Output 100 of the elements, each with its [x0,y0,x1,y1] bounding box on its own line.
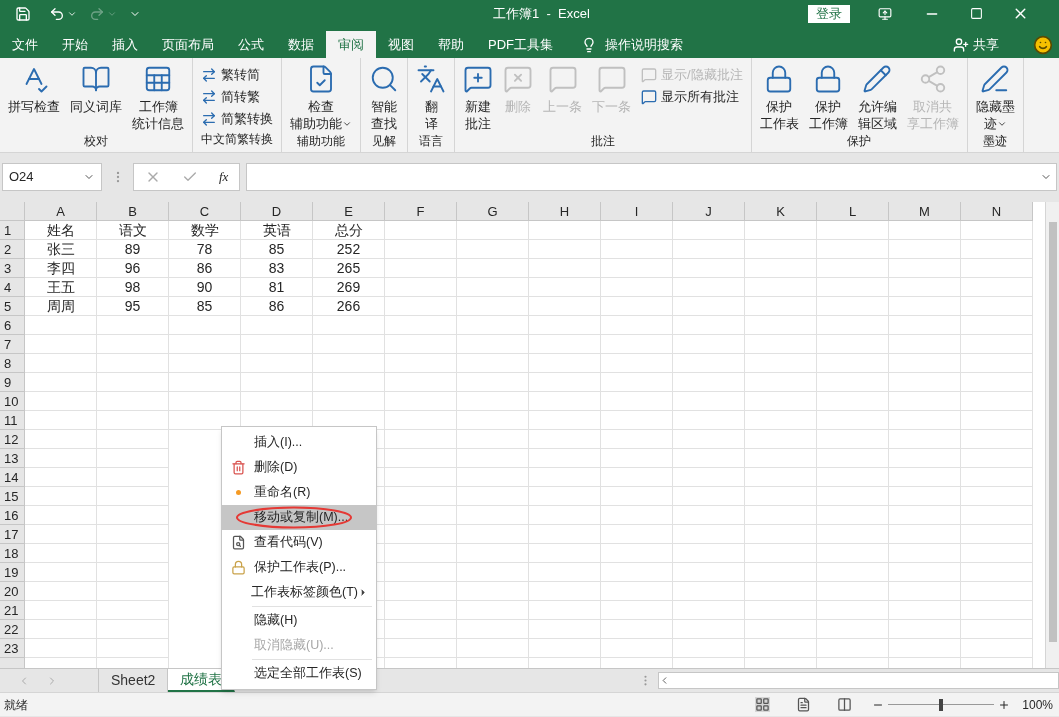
row-header[interactable]: 1 [0,221,25,240]
ribbon-button[interactable]: 简繁转换 [197,108,277,130]
ribbon-tab[interactable]: 文件 [0,31,50,58]
table-cell: 语文 [97,221,169,240]
column-header[interactable]: I [601,202,673,221]
zoom-percent[interactable]: 100% [1022,695,1053,714]
column-header[interactable]: L [817,202,889,221]
insert-function-button[interactable]: fx [219,167,229,187]
menu-item[interactable]: 保护工作表(P)... [222,555,376,580]
row-header[interactable]: 18 [0,544,25,563]
column-header[interactable]: A [25,202,97,221]
ribbon-tab[interactable]: 开始 [50,31,100,58]
ribbon-button[interactable]: 翻 译 [412,62,450,132]
ribbon-button[interactable]: 拼写检查 [4,62,64,115]
ribbon-button[interactable]: 同义词库 [66,62,126,115]
tell-me-field[interactable]: 操作说明搜索 [605,34,683,55]
column-header[interactable]: E [313,202,385,221]
menu-item[interactable]: 插入(I)... [222,430,376,455]
row-header[interactable]: 20 [0,582,25,601]
row-header[interactable]: 8 [0,354,25,373]
group-label: 语言 [418,133,444,150]
table-cell: 89 [97,240,169,259]
name-box[interactable]: O24 [2,163,102,191]
table-cell: 张三 [25,240,97,259]
row-header[interactable]: 4 [0,278,25,297]
group-label: 校对 [83,133,109,150]
column-header[interactable]: C [169,202,241,221]
row-header[interactable]: 16 [0,506,25,525]
column-header[interactable]: K [745,202,817,221]
column-header[interactable]: D [241,202,313,221]
share-button[interactable]: 共享 [973,34,999,55]
ribbon-tab[interactable]: 数据 [276,31,326,58]
row-header[interactable]: 23 [0,639,25,658]
ribbon-tab[interactable]: PDF工具集 [476,31,565,58]
table-cell: 数学 [169,221,241,240]
row-header[interactable]: 12 [0,430,25,449]
table-cell: 86 [169,259,241,278]
column-header[interactable]: B [97,202,169,221]
table-cell: 81 [241,278,313,297]
column-header[interactable]: F [385,202,457,221]
table-cell: 96 [97,259,169,278]
table-cell: 李四 [25,259,97,278]
ribbon-button[interactable]: 工作簿 统计信息 [128,62,188,132]
row-header[interactable]: 15 [0,487,25,506]
row-header[interactable]: 21 [0,601,25,620]
row-header[interactable]: 2 [0,240,25,259]
group-label: 墨迹 [982,133,1009,150]
table-cell: 252 [313,240,385,259]
column-header[interactable]: J [673,202,745,221]
menu-item[interactable]: 工作表标签颜色(T) [222,580,376,605]
row-header[interactable]: 9 [0,373,25,392]
ribbon-tab[interactable]: 帮助 [426,31,476,58]
ribbon-tab[interactable]: 视图 [376,31,426,58]
table-cell: 英语 [241,221,313,240]
table-cell: 86 [241,297,313,316]
login-button[interactable]: 登录 [807,4,850,23]
ribbon-tab[interactable]: 插入 [100,31,150,58]
ribbon-button[interactable]: 允许编 辑区域 [853,62,901,132]
ribbon-button[interactable]: 智能 查找 [365,62,403,132]
table-cell: 总分 [313,221,385,240]
ribbon-button[interactable]: 保护 工作表 [755,62,803,132]
menu-item[interactable]: 移动或复制(M)... [222,505,376,530]
ribbon-tab[interactable]: 页面布局 [150,31,226,58]
row-header[interactable]: 3 [0,259,25,278]
group-label: 见解 [371,133,397,150]
ribbon-button[interactable]: 保护 工作簿 [804,62,852,132]
row-header[interactable]: 6 [0,316,25,335]
status-text: 就绪 [4,696,28,714]
column-header[interactable]: H [529,202,601,221]
table-cell: 265 [313,259,385,278]
table-cell: 姓名 [25,221,97,240]
row-header[interactable]: 19 [0,563,25,582]
ribbon-button[interactable]: 显示所有批注 [637,86,747,108]
row-header[interactable]: 13 [0,449,25,468]
row-header[interactable]: 7 [0,335,25,354]
ribbon-button[interactable]: 检查 辅助功能 [286,62,356,132]
row-header[interactable]: 11 [0,411,25,430]
ribbon-button[interactable]: 隐藏墨 迹 [971,62,1019,132]
menu-item[interactable]: 删除(D) [222,455,376,480]
ribbon-button[interactable]: 简转繁 [197,86,277,108]
menu-item[interactable]: 隐藏(H) [222,608,376,633]
table-cell: 269 [313,278,385,297]
column-header[interactable]: G [457,202,529,221]
menu-item[interactable]: 重命名(R) [222,480,376,505]
row-header[interactable]: 22 [0,620,25,639]
ribbon-button[interactable]: 繁转简 [197,64,277,86]
table-cell: 90 [169,278,241,297]
ribbon-tab[interactable]: 审阅 [326,31,376,58]
ribbon-tab[interactable]: 公式 [226,31,276,58]
row-header[interactable]: 17 [0,525,25,544]
row-header[interactable]: 10 [0,392,25,411]
row-header[interactable]: 5 [0,297,25,316]
column-header[interactable]: M [889,202,961,221]
menu-item[interactable]: 查看代码(V) [222,530,376,555]
table-cell: 78 [169,240,241,259]
window-title: 工作簿1 - Excel [493,4,590,23]
column-header[interactable]: N [961,202,1033,221]
group-label: 保护 [846,133,873,150]
ribbon-button[interactable]: 新建 批注 [459,62,497,132]
row-header[interactable]: 14 [0,468,25,487]
